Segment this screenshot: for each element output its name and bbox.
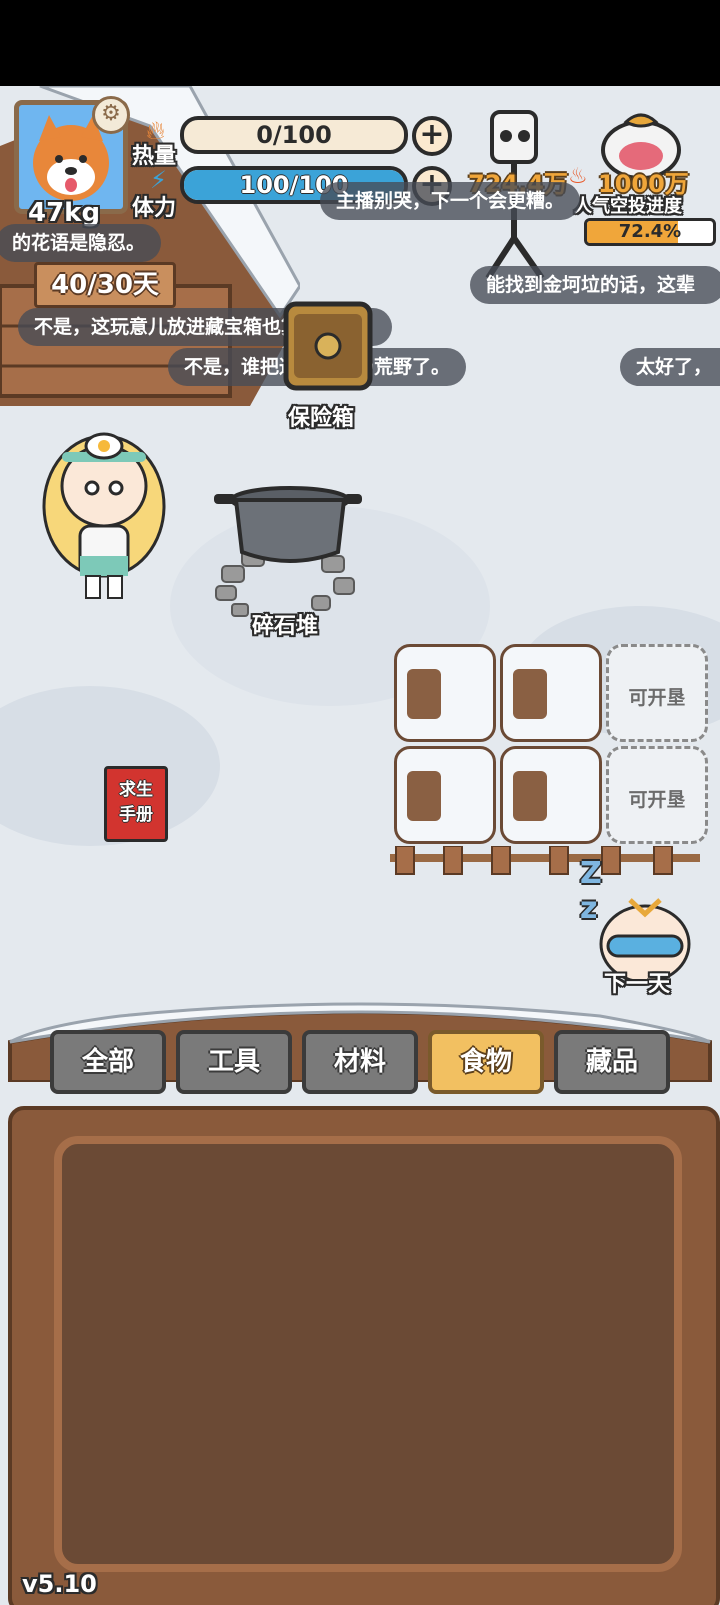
safe-label: 保险箱 <box>288 406 355 431</box>
heat-value: 0/100 <box>256 121 332 149</box>
inventory-slot-area[interactable] <box>54 1136 682 1572</box>
danmaku-comment: 能找到金坷垃的话，这辈 <box>470 266 720 304</box>
airdrop-percent: 72.4% <box>618 221 682 242</box>
tab-tools[interactable]: 工具 <box>176 1030 292 1094</box>
safe-box[interactable] <box>280 296 376 396</box>
tab-collectibles[interactable]: 藏品 <box>554 1030 670 1094</box>
farm-plot-open[interactable]: 可开垦 <box>606 644 708 742</box>
danmaku-comment: 的花语是隐忍。 <box>0 224 162 262</box>
add-heat-button[interactable]: + <box>412 116 452 156</box>
airdrop-label: 人气空投进度 <box>574 196 682 217</box>
heat-bar: 0/100 <box>180 116 408 154</box>
danmaku-comment: 太好了， <box>620 348 720 386</box>
version-label: v5.10 <box>22 1570 97 1598</box>
danmaku-comment: 主播别哭，下一个会更糟。 <box>320 182 581 220</box>
manual-label-line2: 手册 <box>119 805 153 825</box>
manual-label-line1: 求生 <box>119 780 153 800</box>
settings-gear-icon[interactable]: ⚙ <box>92 96 130 134</box>
player-character[interactable] <box>34 416 174 606</box>
rubble-pile[interactable] <box>212 466 362 626</box>
stamina-label: 体力 <box>132 196 177 221</box>
farm-plot[interactable] <box>394 644 496 742</box>
fence <box>390 845 710 876</box>
farm-plot[interactable] <box>500 644 602 742</box>
tab-materials[interactable]: 材料 <box>302 1030 418 1094</box>
tab-all[interactable]: 全部 <box>50 1030 166 1094</box>
plot-open-label: 可开垦 <box>628 789 686 811</box>
farm-plot[interactable] <box>394 746 496 844</box>
airdrop-progress-bar: 72.4% <box>584 218 716 246</box>
farm-plot-open[interactable]: 可开垦 <box>606 746 708 844</box>
day-counter: 40/30天 <box>34 262 176 308</box>
plot-open-label: 可开垦 <box>628 687 686 709</box>
farm-plot[interactable] <box>500 746 602 844</box>
game-scene: ⚙ 47kg 🔥︎ 热量 0/100 + ⚡︎ 体力 100/100 + 724… <box>0 86 720 1605</box>
tab-food[interactable]: 食物 <box>428 1030 544 1094</box>
survival-manual-book[interactable]: 求生 手册 <box>104 766 168 842</box>
rubble-label: 碎石堆 <box>252 614 319 639</box>
